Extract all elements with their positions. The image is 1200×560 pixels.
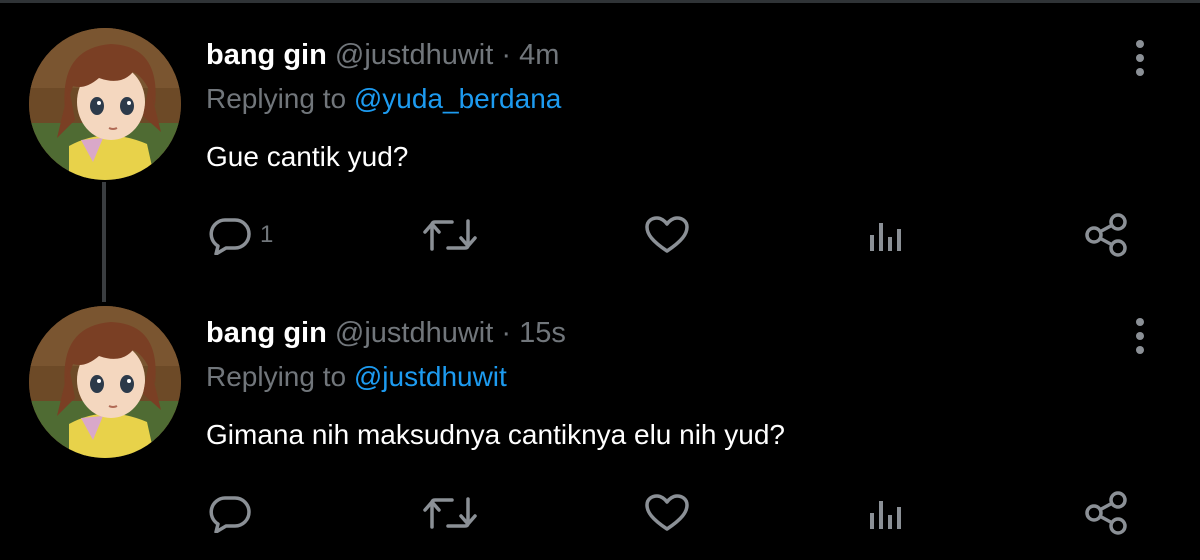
- like-button[interactable]: [644, 488, 690, 538]
- avatar[interactable]: [29, 28, 181, 180]
- replying-to-label: Replying to: [206, 361, 347, 392]
- retweet-button[interactable]: [422, 210, 478, 260]
- retweet-button[interactable]: [422, 488, 478, 538]
- share-icon: [1085, 491, 1127, 535]
- reply-icon: [209, 496, 251, 533]
- like-icon: [645, 216, 689, 253]
- user-handle[interactable]: @justdhuwit: [335, 317, 493, 349]
- tweet[interactable]: bang gin @justdhuwit · 15s Replying to @…: [0, 278, 1200, 556]
- views-button[interactable]: [864, 488, 906, 538]
- more-options-button[interactable]: [1124, 36, 1156, 80]
- user-handle[interactable]: @justdhuwit: [335, 39, 493, 71]
- avatar[interactable]: [29, 306, 181, 458]
- separator-dot: ·: [501, 39, 512, 71]
- tweet-text: Gue cantik yud?: [206, 141, 409, 172]
- reply-button[interactable]: [206, 488, 260, 538]
- more-vertical-icon: [1136, 318, 1144, 354]
- reply-icon: [209, 218, 251, 255]
- retweet-icon: [423, 219, 477, 251]
- share-button[interactable]: [1082, 488, 1130, 538]
- replying-to-mention[interactable]: @justdhuwit: [354, 361, 507, 392]
- replying-to-line: Replying to @justdhuwit: [206, 360, 507, 394]
- timestamp[interactable]: 4m: [519, 39, 559, 71]
- more-options-button[interactable]: [1124, 314, 1156, 358]
- tweet-header: bang gin @justdhuwit · 15s: [206, 316, 566, 350]
- tweet-header: bang gin @justdhuwit · 4m: [206, 38, 559, 72]
- more-vertical-icon: [1136, 40, 1144, 76]
- like-icon: [645, 494, 689, 531]
- replying-to-line: Replying to @yuda_berdana: [206, 82, 561, 116]
- separator-dot: ·: [501, 317, 512, 349]
- reply-count: 1: [260, 221, 274, 248]
- replying-to-mention[interactable]: @yuda_berdana: [354, 83, 561, 114]
- display-name[interactable]: bang gin: [206, 39, 327, 71]
- display-name[interactable]: bang gin: [206, 317, 327, 349]
- timestamp[interactable]: 15s: [519, 317, 566, 349]
- share-icon: [1085, 213, 1127, 257]
- views-button[interactable]: [864, 210, 906, 260]
- views-icon: [870, 501, 901, 529]
- replying-to-label: Replying to: [206, 83, 347, 114]
- reply-button[interactable]: 1: [206, 210, 273, 260]
- views-icon: [870, 223, 901, 251]
- tweet[interactable]: bang gin @justdhuwit · 4m Replying to @y…: [0, 0, 1200, 278]
- retweet-icon: [423, 497, 477, 529]
- share-button[interactable]: [1082, 210, 1130, 260]
- tweet-text: Gimana nih maksudnya cantiknya elu nih y…: [206, 419, 786, 450]
- like-button[interactable]: [644, 210, 690, 260]
